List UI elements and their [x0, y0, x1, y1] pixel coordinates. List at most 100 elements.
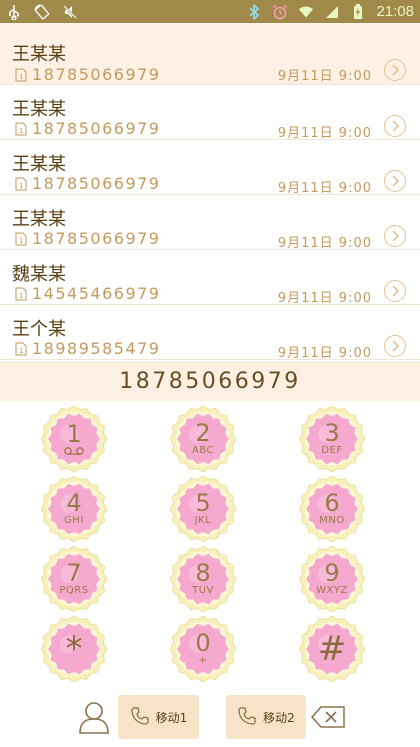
sim-card-icon: 1 — [15, 232, 27, 245]
key-digit: 7 — [66, 559, 82, 587]
key-letters: GHI — [64, 515, 84, 526]
call-time: 9月11日 9:00 — [277, 126, 372, 141]
call-number-group: 1 18785066979 — [14, 174, 160, 193]
key-digit: 2 — [195, 419, 211, 447]
key-digit: 6 — [324, 489, 340, 517]
alarm-icon — [272, 4, 288, 20]
call-number-group: 1 14545466979 — [14, 284, 160, 303]
mute-icon — [62, 4, 78, 20]
battery-icon — [350, 3, 366, 20]
phone-number: 18785066979 — [32, 174, 161, 193]
contacts-icon[interactable] — [78, 700, 110, 734]
key-letters: TUV — [192, 585, 214, 596]
usb-icon — [6, 4, 22, 20]
sim2-label: 移动2 — [263, 710, 295, 725]
call-sim2-button[interactable]: 移动2 — [226, 695, 306, 739]
svg-text:1: 1 — [19, 347, 23, 355]
call-log-row[interactable]: 王个某 1 18989585479 9月11日 9:00 — [0, 305, 420, 361]
svg-text:1: 1 — [19, 292, 23, 300]
key-letters: MNO — [319, 515, 345, 526]
call-time: 9月11日 9:00 — [277, 291, 372, 306]
key-0[interactable]: 0 + — [170, 616, 236, 682]
key-digit: 5 — [195, 489, 211, 517]
phone-icon — [237, 706, 257, 729]
call-log-list: 王某某 1 18785066979 9月11日 9:00 王某某 1 18785… — [0, 23, 420, 361]
phone-number: 18785066979 — [32, 229, 161, 248]
contact-name: 王某某 — [12, 209, 66, 230]
svg-text:1: 1 — [19, 237, 23, 245]
chevron-right-icon[interactable] — [384, 335, 406, 357]
phone-number: 14545466979 — [32, 284, 161, 303]
key-digit: 4 — [66, 489, 82, 517]
key-digit: 8 — [195, 559, 211, 587]
key-5[interactable]: 5 JKL — [170, 476, 236, 542]
status-bar: 21:08 — [0, 0, 420, 23]
key-digit: 1 — [66, 420, 82, 448]
key-digit: 0 — [195, 629, 211, 657]
chevron-right-icon[interactable] — [384, 280, 406, 302]
key-4[interactable]: 4 GHI — [41, 476, 107, 542]
key-letters: DEF — [321, 445, 343, 456]
key-letters: + — [198, 655, 208, 666]
dial-number: 18785066979 — [119, 368, 301, 394]
key-6[interactable]: 6 MNO — [299, 476, 365, 542]
key-symbol: * — [65, 629, 83, 669]
sim-card-icon: 1 — [15, 68, 27, 81]
key-9[interactable]: 9 WXYZ — [299, 546, 365, 612]
key-letters: JKL — [194, 515, 212, 526]
status-time: 21:08 — [376, 3, 414, 20]
call-log-row[interactable]: 王某某 1 18785066979 9月11日 9:00 — [0, 85, 420, 141]
phone-number: 18785066979 — [32, 119, 161, 138]
key-symbol: # — [317, 629, 347, 669]
sim-card-icon: 1 — [15, 287, 27, 300]
rotate-icon — [34, 3, 50, 20]
svg-text:1: 1 — [19, 182, 23, 190]
sim-card-icon: 1 — [15, 122, 27, 135]
key-hash[interactable]: # — [299, 616, 365, 682]
call-log-row[interactable]: 魏某某 1 14545466979 9月11日 9:00 — [0, 250, 420, 306]
chevron-right-icon[interactable] — [384, 225, 406, 247]
svg-text:1: 1 — [19, 73, 23, 81]
phone-number: 18989585479 — [32, 339, 161, 358]
bluetooth-icon — [246, 3, 262, 20]
contact-name: 王某某 — [12, 44, 66, 65]
call-log-row[interactable]: 王某某 1 18785066979 9月11日 9:00 — [0, 23, 420, 85]
key-letters: PQRS — [59, 585, 89, 596]
contact-name: 王某某 — [12, 154, 66, 175]
dial-keypad: 1 2 ABC 3 DEF 4 GHI 5 JKL 6 MNO 7 PQRS 8… — [0, 402, 420, 685]
call-number-group: 1 18785066979 — [14, 119, 160, 138]
call-time: 9月11日 9:00 — [277, 346, 372, 361]
backspace-icon[interactable] — [310, 706, 345, 728]
key-star[interactable]: * — [41, 616, 107, 682]
voicemail-icon — [64, 447, 84, 455]
bottom-action-bar: 移动1 移动2 — [0, 688, 420, 747]
chevron-right-icon[interactable] — [384, 115, 406, 137]
contact-name: 王某某 — [12, 99, 66, 120]
key-digit: 3 — [324, 419, 340, 447]
phone-number: 18785066979 — [32, 65, 161, 84]
sim1-label: 移动1 — [155, 710, 188, 725]
key-2[interactable]: 2 ABC — [170, 406, 236, 472]
svg-text:1: 1 — [19, 127, 23, 135]
chevron-right-icon[interactable] — [384, 59, 406, 81]
chevron-right-icon[interactable] — [384, 170, 406, 192]
call-number-group: 1 18989585479 — [14, 339, 160, 358]
key-letters: ABC — [191, 445, 214, 456]
contact-name: 王个某 — [12, 319, 66, 340]
key-letters: WXYZ — [316, 585, 348, 596]
call-number-group: 1 18785066979 — [14, 65, 160, 84]
wifi-icon — [298, 4, 314, 20]
key-1[interactable]: 1 — [41, 406, 107, 472]
key-7[interactable]: 7 PQRS — [41, 546, 107, 612]
call-log-row[interactable]: 王某某 1 18785066979 9月11日 9:00 — [0, 195, 420, 251]
call-number-group: 1 18785066979 — [14, 229, 160, 248]
call-sim1-button[interactable]: 移动1 — [118, 695, 199, 739]
call-time: 9月11日 9:00 — [277, 181, 372, 196]
key-8[interactable]: 8 TUV — [170, 546, 236, 612]
key-3[interactable]: 3 DEF — [299, 406, 365, 472]
call-time: 9月11日 9:00 — [277, 236, 372, 251]
contact-name: 魏某某 — [12, 264, 66, 285]
signal-icon — [324, 4, 340, 20]
sim-card-icon: 1 — [15, 177, 27, 190]
call-log-row[interactable]: 王某某 1 18785066979 9月11日 9:00 — [0, 140, 420, 196]
